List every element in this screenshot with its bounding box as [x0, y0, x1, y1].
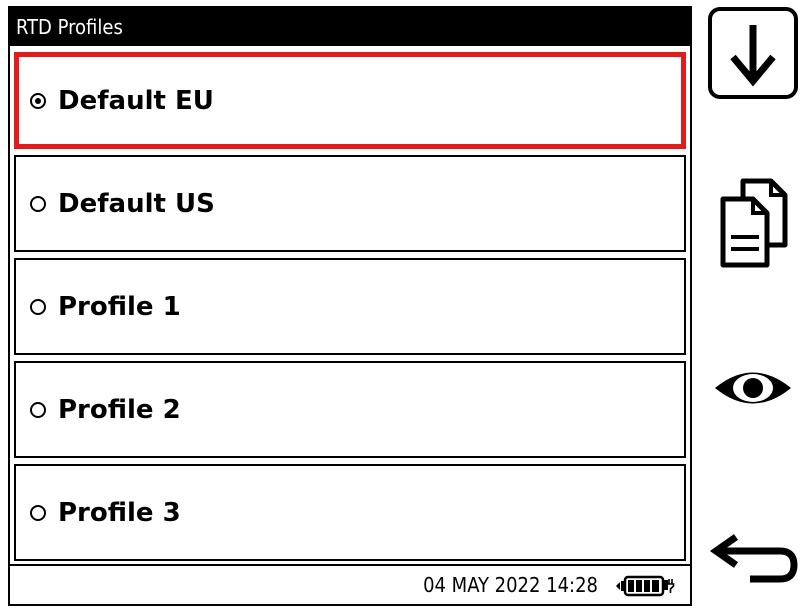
radio-selected-icon	[30, 92, 46, 109]
profile-label: Profile 1	[58, 291, 181, 322]
profile-label: Default US	[58, 188, 215, 219]
back-return-icon	[706, 533, 800, 597]
profile-item-default-us[interactable]: Default US	[14, 155, 686, 252]
back-button[interactable]	[706, 530, 800, 600]
radio-unselected-icon	[30, 298, 46, 315]
copy-button[interactable]	[706, 175, 800, 275]
radio-unselected-icon	[30, 195, 46, 212]
download-arrow-icon	[706, 5, 800, 105]
profile-list: Default EU Default US Profile 1 Profile …	[14, 52, 686, 562]
profile-label: Profile 3	[58, 497, 181, 528]
profile-item-profile-1[interactable]: Profile 1	[14, 258, 686, 355]
copy-documents-icon	[713, 175, 793, 275]
radio-unselected-icon	[30, 504, 46, 521]
profile-item-default-eu[interactable]: Default EU	[14, 52, 686, 149]
page-title: RTD Profiles	[10, 8, 690, 46]
date-time: 04 MAY 2022 14:28	[423, 573, 598, 597]
status-bar: 04 MAY 2022 14:28	[10, 564, 690, 604]
eye-icon	[711, 363, 795, 417]
profile-label: Profile 2	[58, 394, 181, 425]
profiles-panel: RTD Profiles Default EU Default US Profi…	[8, 6, 692, 606]
profile-item-profile-2[interactable]: Profile 2	[14, 361, 686, 458]
download-button[interactable]	[706, 6, 800, 104]
view-button[interactable]	[706, 355, 800, 425]
radio-unselected-icon	[30, 401, 46, 418]
profile-label: Default EU	[58, 85, 214, 116]
battery-full-charging-icon	[612, 575, 676, 597]
profile-item-profile-3[interactable]: Profile 3	[14, 464, 686, 561]
